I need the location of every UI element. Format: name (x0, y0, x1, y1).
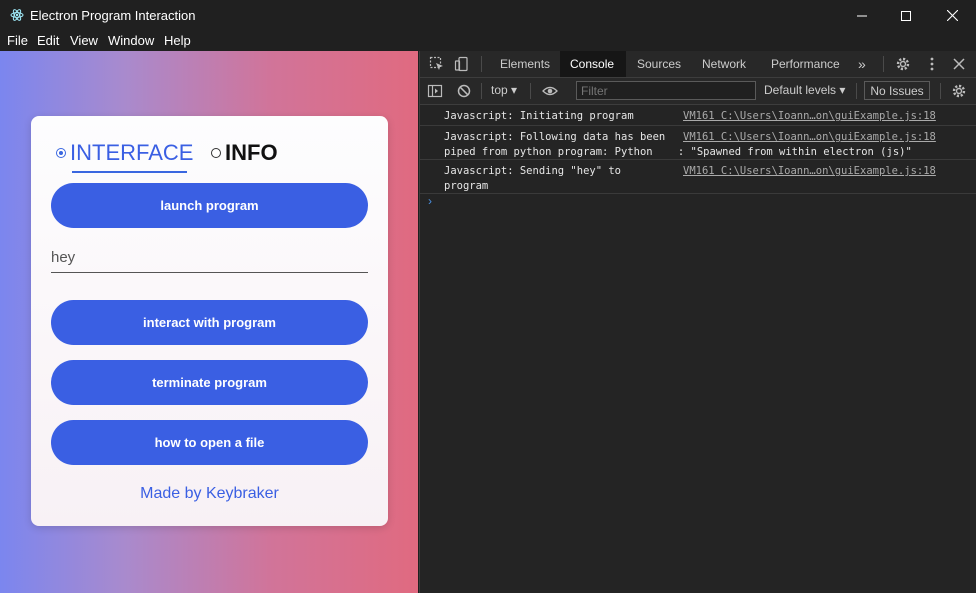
sidebar-toggle-icon[interactable] (427, 83, 443, 99)
interface-radio[interactable] (56, 148, 66, 158)
minimize-icon (857, 15, 867, 16)
terminate-program-button[interactable]: terminate program (51, 360, 368, 405)
tab-interface[interactable]: INTERFACE (56, 140, 193, 166)
message-input[interactable] (51, 243, 368, 273)
devtools-tab-bar: Elements Console Sources Network Perform… (420, 51, 976, 78)
devtools-panel: Elements Console Sources Network Perform… (419, 51, 976, 593)
info-radio[interactable] (211, 148, 221, 158)
toolbar-separator (481, 83, 482, 99)
chevron-down-icon: ▾ (511, 83, 518, 97)
log-message: Javascript: Initiating program (444, 110, 634, 122)
tab-interface-label: INTERFACE (70, 140, 194, 165)
control-card: INTERFACE INFO launch program interact w… (31, 116, 388, 526)
tab-performance[interactable]: Performance (761, 51, 850, 77)
window-title: Electron Program Interaction (30, 8, 196, 23)
close-button[interactable] (929, 0, 975, 31)
log-message: Javascript: Sending "hey" to program (444, 165, 622, 192)
open-file-help-button[interactable]: how to open a file (51, 420, 368, 465)
log-entry: Javascript: Initiating program VM161 C:\… (420, 105, 976, 126)
log-source-link[interactable]: VM161 C:\Users\Ioann…on\guiExample.js:18 (683, 130, 936, 145)
interact-program-button[interactable]: interact with program (51, 300, 368, 345)
author-credit: Made by Keybraker (140, 485, 279, 502)
minimize-button[interactable] (839, 0, 885, 31)
tab-separator (481, 56, 482, 72)
log-entry: Javascript: Sending "hey" to program VM1… (420, 160, 976, 194)
console-filter-input[interactable] (576, 81, 756, 100)
menu-edit[interactable]: Edit (37, 33, 59, 48)
more-tabs-button[interactable]: » (848, 51, 876, 77)
context-value: top (491, 83, 508, 97)
tab-console[interactable]: Console (560, 51, 626, 77)
tab-sources[interactable]: Sources (627, 51, 691, 77)
maximize-button[interactable] (883, 0, 929, 31)
menu-view[interactable]: View (70, 33, 98, 48)
live-expression-eye-icon[interactable] (542, 83, 558, 99)
console-settings-gear-icon[interactable] (951, 83, 967, 99)
tab-info[interactable]: INFO (211, 140, 278, 166)
tab-info-label: INFO (225, 140, 278, 165)
log-source-link[interactable]: VM161 C:\Users\Ioann…on\guiExample.js:18 (683, 109, 936, 124)
chevron-down-icon: ▾ (839, 83, 846, 97)
menu-file[interactable]: File (7, 33, 28, 48)
issues-button[interactable]: No Issues (864, 81, 930, 100)
toolbar-separator (856, 83, 857, 99)
context-selector[interactable]: top ▾ (491, 83, 517, 97)
launch-program-button[interactable]: launch program (51, 183, 368, 228)
device-toolbar-icon[interactable] (454, 56, 470, 72)
app-page: INTERFACE INFO launch program interact w… (0, 51, 418, 593)
tab-network[interactable]: Network (692, 51, 756, 77)
console-output: Javascript: Initiating program VM161 C:\… (420, 105, 976, 593)
log-levels-dropdown[interactable]: Default levels ▾ (764, 83, 845, 97)
gear-icon[interactable] (895, 56, 911, 72)
maximize-icon (901, 10, 911, 21)
toolbar-separator (940, 83, 941, 99)
log-levels-label: Default levels (764, 83, 837, 97)
clear-console-icon[interactable] (456, 83, 472, 99)
tab-separator (883, 56, 884, 72)
menu-help[interactable]: Help (164, 33, 191, 48)
tab-elements[interactable]: Elements (490, 51, 560, 77)
inspect-element-icon[interactable] (429, 56, 445, 72)
electron-icon (10, 9, 24, 21)
log-entry: Javascript: Following data has been pipe… (420, 126, 976, 160)
menu-bar: File Edit View Window Help (0, 31, 976, 51)
title-bar: Electron Program Interaction (0, 0, 976, 31)
toolbar-separator (530, 83, 531, 99)
active-tab-indicator (72, 171, 187, 173)
close-devtools-icon[interactable] (951, 56, 967, 72)
more-options-icon[interactable] (924, 56, 940, 72)
log-source-link[interactable]: VM161 C:\Users\Ioann…on\guiExample.js:18 (683, 164, 936, 179)
console-prompt[interactable]: › (428, 194, 432, 208)
menu-window[interactable]: Window (108, 33, 154, 48)
console-toolbar: top ▾ Default levels ▾ No Issues (420, 78, 976, 105)
close-icon (946, 10, 958, 21)
